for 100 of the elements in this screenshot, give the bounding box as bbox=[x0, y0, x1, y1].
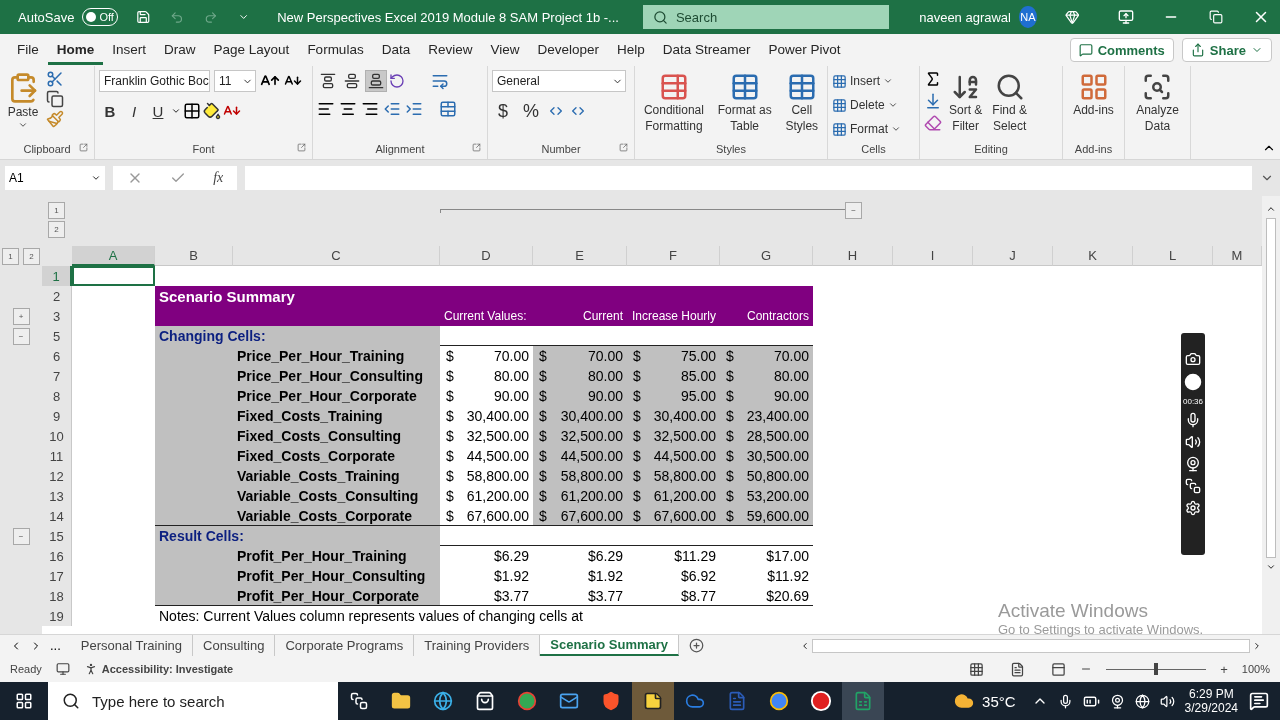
spreadsheet-icon[interactable] bbox=[853, 691, 873, 711]
currency-button[interactable]: $ bbox=[492, 100, 514, 122]
scroll-down-icon[interactable] bbox=[1266, 562, 1276, 572]
shield-icon[interactable] bbox=[601, 691, 621, 711]
row-header[interactable]: 9 bbox=[42, 406, 72, 426]
row-header[interactable]: 1 bbox=[42, 266, 72, 286]
browser-icon[interactable] bbox=[769, 691, 789, 711]
zoom-slider-thumb[interactable] bbox=[1154, 663, 1159, 675]
add-sheet-icon[interactable] bbox=[689, 638, 705, 653]
record-icon[interactable] bbox=[810, 690, 832, 712]
share-icon[interactable] bbox=[1190, 43, 1205, 57]
column-header[interactable]: C bbox=[233, 246, 440, 266]
ribbon-tab[interactable]: Developer bbox=[528, 35, 608, 65]
microphone-icon[interactable] bbox=[1057, 693, 1073, 709]
ribbon-tab[interactable]: Review bbox=[419, 35, 482, 65]
notifications-icon[interactable] bbox=[1249, 691, 1269, 711]
ribbon-tab[interactable]: File bbox=[8, 35, 48, 65]
outline-level-button[interactable]: 1 bbox=[48, 202, 65, 219]
search-field[interactable]: Search bbox=[642, 5, 890, 29]
accessibility-status[interactable]: Accessibility: Investigate bbox=[101, 663, 234, 675]
bold-button[interactable]: B bbox=[99, 100, 121, 122]
camera-icon[interactable] bbox=[1109, 693, 1125, 709]
network-icon[interactable] bbox=[1134, 693, 1150, 709]
insert-function-button[interactable]: fx bbox=[213, 170, 224, 186]
restore-icon[interactable] bbox=[1209, 10, 1224, 24]
row-header[interactable]: 8 bbox=[42, 386, 72, 406]
page-break-icon[interactable] bbox=[1051, 661, 1067, 677]
row-header[interactable]: 19 bbox=[42, 606, 72, 626]
ribbon-tab[interactable]: Power Pivot bbox=[759, 35, 850, 65]
underline-button[interactable]: U bbox=[147, 100, 169, 122]
document-icon[interactable] bbox=[727, 691, 747, 711]
settings-icon[interactable] bbox=[1185, 500, 1201, 516]
page-layout-icon[interactable] bbox=[1010, 661, 1026, 677]
merge-cells-icon[interactable] bbox=[439, 100, 457, 118]
column-header[interactable]: H bbox=[813, 246, 893, 266]
row-header[interactable]: 14 bbox=[42, 506, 72, 526]
column-header[interactable]: A bbox=[72, 246, 155, 266]
ribbon-tab[interactable]: Data Streamer bbox=[653, 35, 760, 65]
align-center-icon[interactable] bbox=[339, 100, 357, 118]
outline-toggle-button[interactable]: − bbox=[12, 527, 30, 545]
row-header[interactable]: 2 bbox=[42, 286, 72, 306]
ribbon-tab[interactable]: View bbox=[481, 35, 529, 65]
formula-input[interactable] bbox=[245, 166, 1252, 190]
outline-toggle-button[interactable]: − bbox=[12, 327, 30, 345]
dialog-launcher-icon[interactable] bbox=[297, 143, 306, 152]
start-icon[interactable] bbox=[15, 692, 33, 710]
font-name-field[interactable]: Franklin Gothic Boc bbox=[99, 70, 210, 92]
increase-indent-icon[interactable] bbox=[405, 100, 423, 118]
name-box[interactable]: A1 bbox=[5, 166, 105, 190]
sticky-note-icon[interactable] bbox=[643, 691, 663, 711]
browser-icon[interactable] bbox=[517, 691, 537, 711]
save-icon[interactable] bbox=[135, 8, 151, 26]
globe-icon[interactable] bbox=[433, 691, 453, 711]
more-sheets-button[interactable]: ... bbox=[50, 638, 61, 653]
microphone-icon[interactable] bbox=[1185, 412, 1201, 428]
comment-icon[interactable] bbox=[1078, 43, 1093, 57]
sort-filter-button[interactable]: Sort & Filter bbox=[946, 70, 986, 141]
cut-icon[interactable] bbox=[46, 70, 64, 88]
percent-button[interactable]: % bbox=[520, 100, 542, 122]
speaker-icon[interactable] bbox=[1185, 434, 1201, 450]
ribbon-tab[interactable]: Formulas bbox=[298, 35, 373, 65]
weather-icon[interactable] bbox=[954, 691, 975, 711]
caret-icon[interactable] bbox=[18, 120, 28, 130]
styles-button[interactable]: Format as Table bbox=[714, 70, 775, 141]
column-header[interactable]: E bbox=[533, 246, 627, 266]
scroll-left-icon[interactable] bbox=[800, 640, 810, 651]
paste-button[interactable]: Paste bbox=[4, 70, 42, 141]
column-header[interactable]: M bbox=[1213, 246, 1262, 266]
ribbon-tab[interactable]: Insert bbox=[103, 35, 156, 65]
outline-level-button[interactable]: 1 bbox=[2, 247, 19, 265]
cells-button[interactable]: Insert bbox=[832, 70, 901, 92]
clock[interactable]: 6:29 PM 3/29/2024 bbox=[1184, 687, 1238, 715]
orientation-icon[interactable] bbox=[389, 73, 405, 89]
caret-icon[interactable] bbox=[883, 76, 893, 86]
find-select-button[interactable]: Find & Select bbox=[989, 70, 1031, 141]
fill-color-icon[interactable] bbox=[203, 102, 221, 120]
styles-button[interactable]: Conditional Formatting bbox=[640, 70, 707, 141]
cloud-icon[interactable] bbox=[685, 691, 705, 711]
italic-button[interactable]: I bbox=[123, 100, 145, 122]
zoom-in-button[interactable]: + bbox=[1220, 661, 1228, 677]
cells-button[interactable]: Delete bbox=[832, 94, 901, 116]
column-header[interactable]: B bbox=[155, 246, 233, 266]
outline-toggle-button[interactable]: − bbox=[845, 202, 862, 219]
shopping-bag-icon[interactable] bbox=[475, 691, 495, 711]
column-header[interactable]: G bbox=[720, 246, 813, 266]
column-header[interactable]: I bbox=[893, 246, 973, 266]
ribbon-tab[interactable]: Page Layout bbox=[204, 35, 299, 65]
webcam-icon[interactable] bbox=[1185, 456, 1201, 472]
scroll-thumb[interactable] bbox=[1266, 218, 1276, 558]
copy-icon[interactable] bbox=[46, 90, 64, 108]
column-header[interactable]: K bbox=[1053, 246, 1133, 266]
folder-icon[interactable] bbox=[391, 691, 411, 711]
diamond-icon[interactable] bbox=[1064, 8, 1080, 26]
ribbon-tab[interactable]: Draw bbox=[155, 35, 205, 65]
outline-level-button[interactable]: 2 bbox=[23, 247, 40, 265]
add-ins-button[interactable]: Add-ins bbox=[1070, 70, 1117, 141]
row-header[interactable]: 15 bbox=[42, 526, 72, 546]
fill-down-icon[interactable] bbox=[924, 92, 942, 110]
row-header[interactable]: 11 bbox=[42, 446, 72, 466]
caret-icon[interactable] bbox=[91, 173, 101, 183]
